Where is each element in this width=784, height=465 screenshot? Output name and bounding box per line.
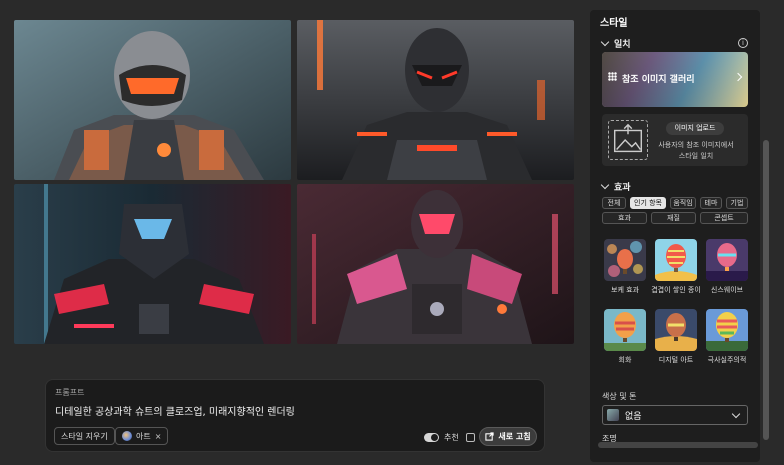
tag-effect[interactable]: 효과 <box>602 212 647 224</box>
chevron-down-icon <box>731 409 741 419</box>
color-tone-label: 색상 및 톤 <box>602 392 637 401</box>
art-style-chip[interactable]: 아트 × <box>115 427 169 445</box>
layered-paper-image <box>655 239 697 281</box>
color-tone-value: 없음 <box>625 411 642 422</box>
info-icon[interactable]: i <box>738 38 748 48</box>
tag-all[interactable]: 전체 <box>602 197 626 209</box>
tag-motion[interactable]: 움직임 <box>670 197 696 209</box>
recommend-toggle[interactable] <box>424 433 439 442</box>
grid-icon <box>608 72 617 81</box>
app-window: 프롬프트 디테일한 공상과학 슈트의 클로즈업, 미래지향적인 렌더링 스타일 … <box>0 0 784 465</box>
prompt-input[interactable]: 디테일한 공상과학 슈트의 클로즈업, 미래지향적인 렌더링 <box>55 403 295 418</box>
tag-popular[interactable]: 인기 항목 <box>630 197 666 209</box>
prompt-box: 프롬프트 디테일한 공상과학 슈트의 클로즈업, 미래지향적인 렌더링 스타일 … <box>45 379 545 452</box>
synthwave-image <box>706 239 748 281</box>
panel-title: 스타일 <box>600 18 628 29</box>
tag-technique[interactable]: 기법 <box>726 197 748 209</box>
generated-image-3[interactable] <box>14 184 291 344</box>
tag-concept[interactable]: 콘셉트 <box>700 212 748 224</box>
upload-desc-line1: 사용자의 참조 이미지에서 <box>658 141 734 149</box>
image-grid <box>14 20 576 344</box>
panel-scrollbar-thumb[interactable] <box>763 140 769 440</box>
match-section-label: 일치 <box>614 40 631 50</box>
art-swatch-icon <box>122 431 132 441</box>
close-icon[interactable]: × <box>155 432 162 441</box>
style-thumb-digital-art[interactable] <box>655 309 697 351</box>
generated-image-2[interactable] <box>297 20 574 180</box>
recommend-toggle-group: 추천 <box>424 432 475 443</box>
image-upload-icon[interactable] <box>608 120 648 160</box>
hyperrealistic-image <box>706 309 748 351</box>
clear-style-button[interactable]: 스타일 지우기 <box>54 427 115 445</box>
prompt-label: 프롬프트 <box>55 388 85 397</box>
recommend-info-icon[interactable] <box>465 433 475 442</box>
robot-image-dark <box>297 20 574 180</box>
generated-image-4[interactable] <box>297 184 574 344</box>
style-thumb-paper[interactable] <box>655 239 697 281</box>
recommend-label: 추천 <box>444 433 459 442</box>
effects-section-header[interactable]: 효과 <box>600 180 631 193</box>
style-thumb-bokeh[interactable] <box>604 239 646 281</box>
image-placeholder-icon <box>613 123 643 153</box>
reference-gallery-card[interactable]: 참조 이미지 갤러리 <box>602 52 748 107</box>
refresh-icon <box>485 432 495 441</box>
panel-horizontal-scrollbar[interactable] <box>598 442 758 448</box>
upload-card: 이미지 업로드 사용자의 참조 이미지에서 스타일 일치 <box>602 114 748 166</box>
tag-theme[interactable]: 테마 <box>700 197 722 209</box>
clear-style-label: 스타일 지우기 <box>61 431 108 441</box>
style-thumb-hyperrealistic[interactable] <box>706 309 748 351</box>
painting-image <box>604 309 646 351</box>
refresh-label: 새로 고침 <box>498 432 531 441</box>
digital-art-image <box>655 309 697 351</box>
color-tone-select[interactable]: 없음 <box>602 405 748 425</box>
robot-image-pink <box>297 184 574 344</box>
chevron-down-icon <box>600 37 610 47</box>
style-panel: 스타일 일치 i 참조 이미지 갤러리 이미지 업로드 사용자의 참조 이미지에… <box>590 10 760 462</box>
art-chip-label: 아트 <box>136 431 151 441</box>
bokeh-image <box>604 239 646 281</box>
match-section-header[interactable]: 일치 <box>600 37 631 50</box>
gallery-label: 참조 이미지 갤러리 <box>622 75 695 85</box>
tag-material[interactable]: 재질 <box>651 212 696 224</box>
style-thumb-synthwave[interactable] <box>706 239 748 281</box>
color-swatch-icon <box>607 409 619 421</box>
style-thumb-label: 신스웨이브 <box>710 286 744 294</box>
upload-image-button[interactable]: 이미지 업로드 <box>666 122 724 135</box>
upload-desc-line2: 스타일 일치 <box>678 152 714 160</box>
upload-description: 사용자의 참조 이미지에서 스타일 일치 <box>654 140 738 162</box>
effects-section-label: 효과 <box>614 183 631 193</box>
refresh-button[interactable]: 새로 고침 <box>479 427 537 446</box>
generated-image-1[interactable] <box>14 20 291 180</box>
robot-image-red <box>14 184 291 344</box>
style-thumb-painting[interactable] <box>604 309 646 351</box>
robot-image-orange <box>14 20 291 180</box>
style-thumb-label: 극사실주의적 <box>707 356 747 364</box>
chevron-down-icon <box>600 180 610 190</box>
